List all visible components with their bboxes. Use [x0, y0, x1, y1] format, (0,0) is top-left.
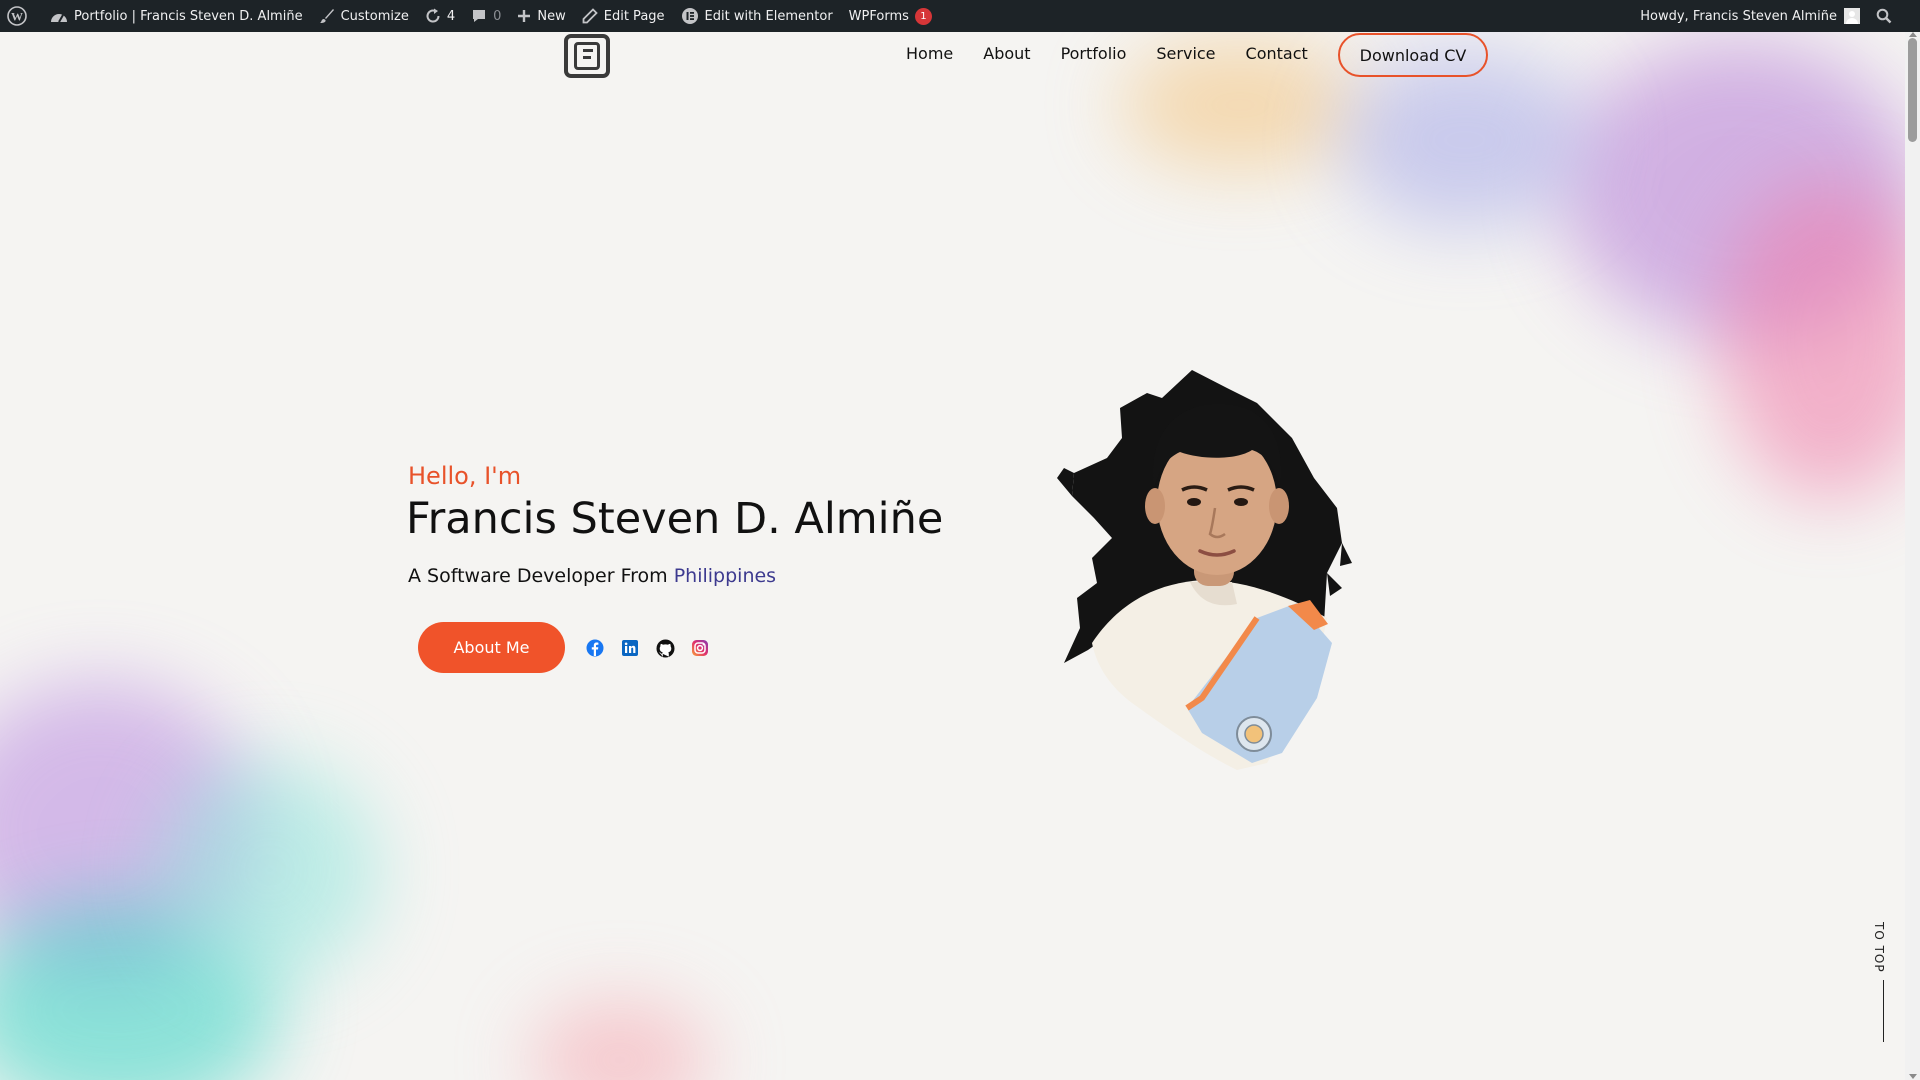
account-menu[interactable]: Howdy, Francis Steven Almiñe [1632, 0, 1868, 32]
scrollbar[interactable] [1905, 32, 1920, 1080]
pencil-icon [582, 8, 598, 24]
nav-home[interactable]: Home [906, 34, 953, 74]
updates-count: 4 [446, 8, 456, 24]
new-content-link[interactable]: New [509, 0, 573, 32]
elementor-icon [681, 8, 698, 24]
wpforms-link[interactable]: WPForms 1 [841, 0, 940, 32]
scrollbar-thumb[interactable] [1908, 38, 1917, 142]
refresh-icon [426, 8, 440, 23]
nav-portfolio[interactable]: Portfolio [1061, 34, 1127, 74]
ear-right [1269, 488, 1289, 524]
ear-left [1145, 488, 1165, 524]
logo-letter-f [574, 42, 600, 70]
main-nav: Home About Portfolio Service Contact [906, 34, 1338, 74]
scroll-up-arrow[interactable] [1909, 32, 1917, 37]
admin-bar: W Portfolio | Francis Steven D. Almiñe C… [0, 0, 1920, 32]
instagram-icon[interactable] [690, 638, 710, 658]
hero-name: Francis Steven D. Almiñe [406, 494, 944, 544]
tagline-prefix: A Software Developer From [408, 565, 668, 587]
avatar [1844, 8, 1860, 24]
site-name-link[interactable]: Portfolio | Francis Steven D. Almiñe [42, 0, 311, 32]
github-icon[interactable] [655, 638, 675, 658]
comment-icon [473, 10, 486, 22]
wordpress-icon[interactable]: W [0, 0, 42, 32]
comments-link[interactable]: 0 [463, 0, 509, 32]
dashboard-icon [51, 14, 67, 23]
about-me-button[interactable]: About Me [418, 622, 565, 673]
updates-link[interactable]: 4 [417, 0, 463, 32]
wpforms-badge: 1 [914, 7, 932, 25]
facebook-icon[interactable] [585, 638, 605, 658]
search-icon[interactable] [1868, 0, 1920, 32]
nav-about[interactable]: About [983, 34, 1030, 74]
paint-splash [160, 760, 380, 980]
nav-contact[interactable]: Contact [1246, 34, 1308, 74]
paint-splash [0, 680, 260, 980]
howdy-label: Howdy, Francis Steven Almiñe [1640, 8, 1837, 24]
eye-right [1234, 498, 1248, 506]
paint-splash [1340, 50, 1590, 230]
brush-icon [319, 9, 334, 23]
linkedin-icon[interactable] [620, 638, 640, 658]
svg-text:W: W [11, 10, 23, 24]
site-logo[interactable] [564, 34, 610, 78]
paint-splash [1560, 40, 1920, 340]
nav-service[interactable]: Service [1156, 34, 1215, 74]
wpforms-label: WPForms [848, 8, 909, 24]
customize-link[interactable]: Customize [311, 0, 417, 32]
to-top-line [1883, 980, 1884, 1042]
hero-tagline: A Software Developer From Philippines [408, 565, 776, 587]
paint-splash [530, 1000, 710, 1080]
hero-greeting: Hello, I'm [408, 462, 522, 490]
eye-left [1187, 498, 1201, 506]
social-links [585, 638, 725, 658]
paint-splash [1720, 180, 1920, 500]
plus-icon [518, 10, 531, 22]
edit-elementor-link[interactable]: Edit with Elementor [673, 0, 841, 32]
edit-elementor-label: Edit with Elementor [704, 8, 833, 24]
new-label: New [537, 8, 566, 24]
to-top-link[interactable]: TO TOP [1872, 922, 1886, 973]
medal-seal-center [1244, 724, 1264, 744]
download-cv-button[interactable]: Download CV [1338, 33, 1488, 77]
site-title: Portfolio | Francis Steven D. Almiñe [74, 8, 303, 24]
tagline-highlight: Philippines [673, 565, 777, 587]
portrait-image [1057, 370, 1352, 770]
scroll-down-arrow[interactable] [1909, 1074, 1917, 1079]
edit-page-label: Edit Page [603, 8, 665, 24]
paint-splash [0, 900, 280, 1080]
customize-label: Customize [340, 8, 409, 24]
edit-page-link[interactable]: Edit Page [574, 0, 673, 32]
comments-count: 0 [493, 8, 502, 24]
